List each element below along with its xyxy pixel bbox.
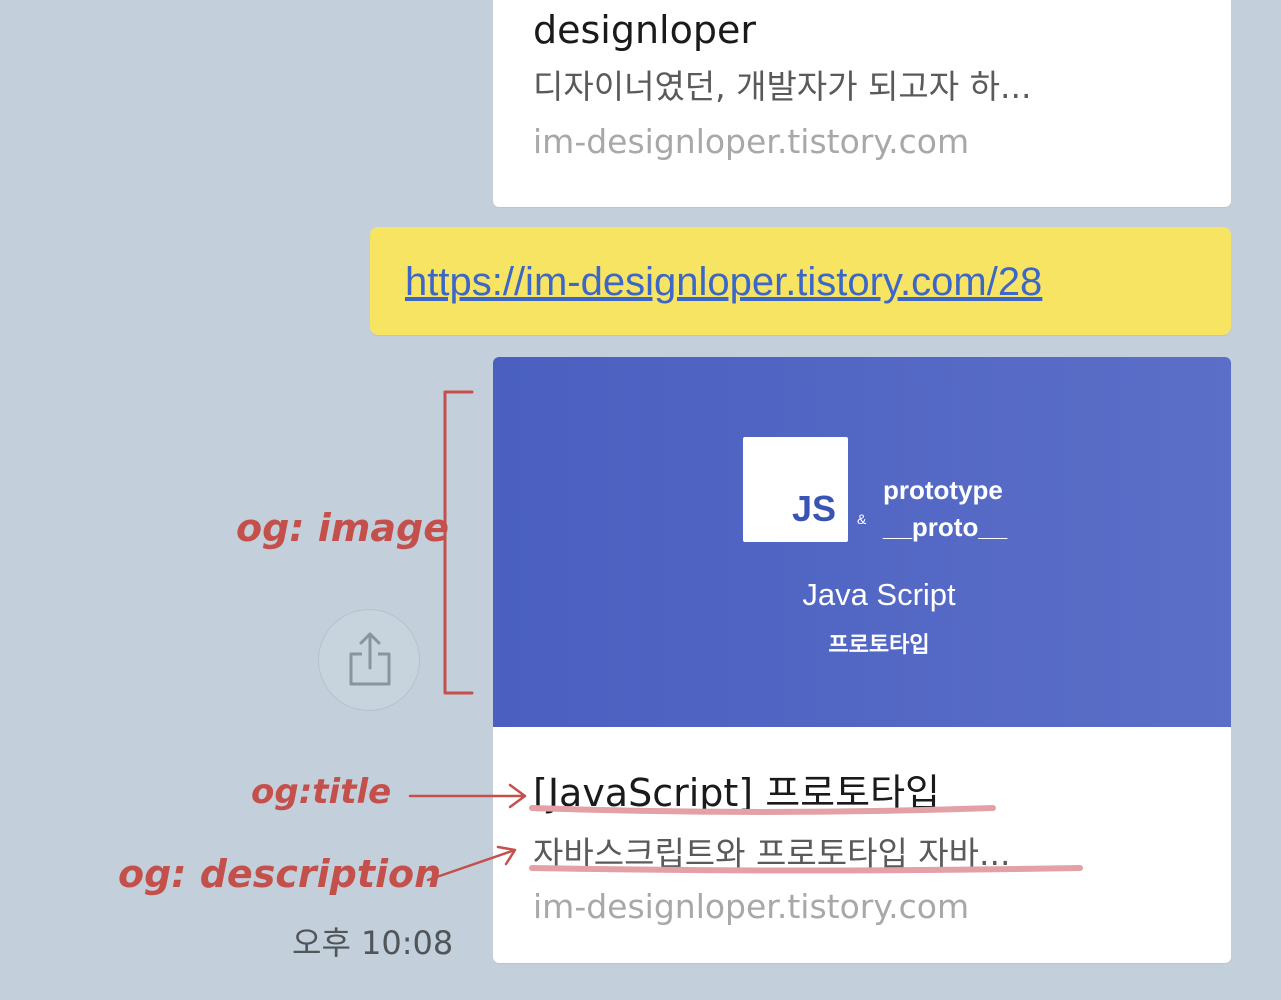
og-title-underline (529, 805, 996, 815)
og-image-bracket (443, 390, 474, 695)
og-title-arrow (408, 783, 527, 809)
og-description-underline (529, 865, 1083, 874)
annotation-overlay (408, 390, 1083, 882)
og-description-arrow (426, 845, 517, 882)
